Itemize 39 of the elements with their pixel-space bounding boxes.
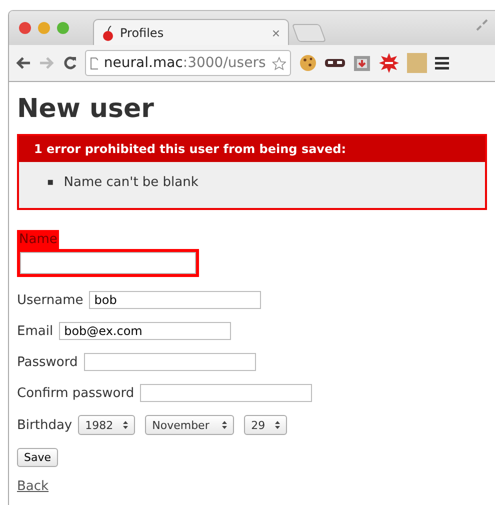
page-icon (90, 56, 98, 70)
reload-button[interactable] (63, 56, 77, 70)
close-window-button[interactable] (19, 22, 31, 34)
input-field[interactable] (84, 353, 256, 371)
fullscreen-icon[interactable] (475, 18, 489, 32)
save-button[interactable]: Save (17, 448, 58, 467)
select-dropdown[interactable]: 1982 (78, 415, 136, 435)
field-label: Birthday (17, 418, 72, 432)
bullet: ▪ (47, 176, 54, 190)
field-label: Confirm password (17, 386, 134, 400)
page-title: New user (17, 94, 155, 124)
field-label: Password (17, 354, 78, 370)
input-field[interactable] (17, 249, 199, 277)
input-field[interactable]: bob@ex.com (59, 322, 232, 340)
splat-icon[interactable] (379, 53, 399, 73)
field-label: Name (17, 230, 60, 249)
menu-icon[interactable] (435, 56, 449, 70)
error-message: Name can't be blank (64, 174, 198, 192)
bookmark-star-icon[interactable] (272, 54, 286, 72)
input-field[interactable] (140, 384, 312, 402)
zoom-window-button[interactable] (57, 22, 69, 34)
select-dropdown[interactable]: 29 (244, 415, 288, 435)
tab-close-button[interactable]: × (272, 24, 280, 40)
browser-tab[interactable]: Profiles × (93, 19, 289, 45)
mask-icon[interactable] (325, 58, 345, 68)
back-button[interactable] (15, 56, 31, 70)
stepper-arrows-icon (222, 421, 228, 429)
cherry-icon (102, 24, 114, 40)
error-header: 1 error prohibited this user from being saved: (19, 136, 485, 162)
stepper-arrows-icon (275, 421, 280, 429)
address-bar[interactable]: neural.mac:3000/users (85, 50, 291, 76)
cookie-icon[interactable] (299, 54, 317, 72)
select-dropdown[interactable]: November (145, 415, 234, 435)
stamp-icon[interactable] (353, 54, 371, 72)
stepper-arrows-icon (123, 421, 128, 429)
input-field[interactable]: bob (89, 291, 262, 309)
field-label: Username (17, 292, 84, 308)
field-label: Email (17, 324, 54, 338)
back-link[interactable]: Back (17, 479, 49, 494)
